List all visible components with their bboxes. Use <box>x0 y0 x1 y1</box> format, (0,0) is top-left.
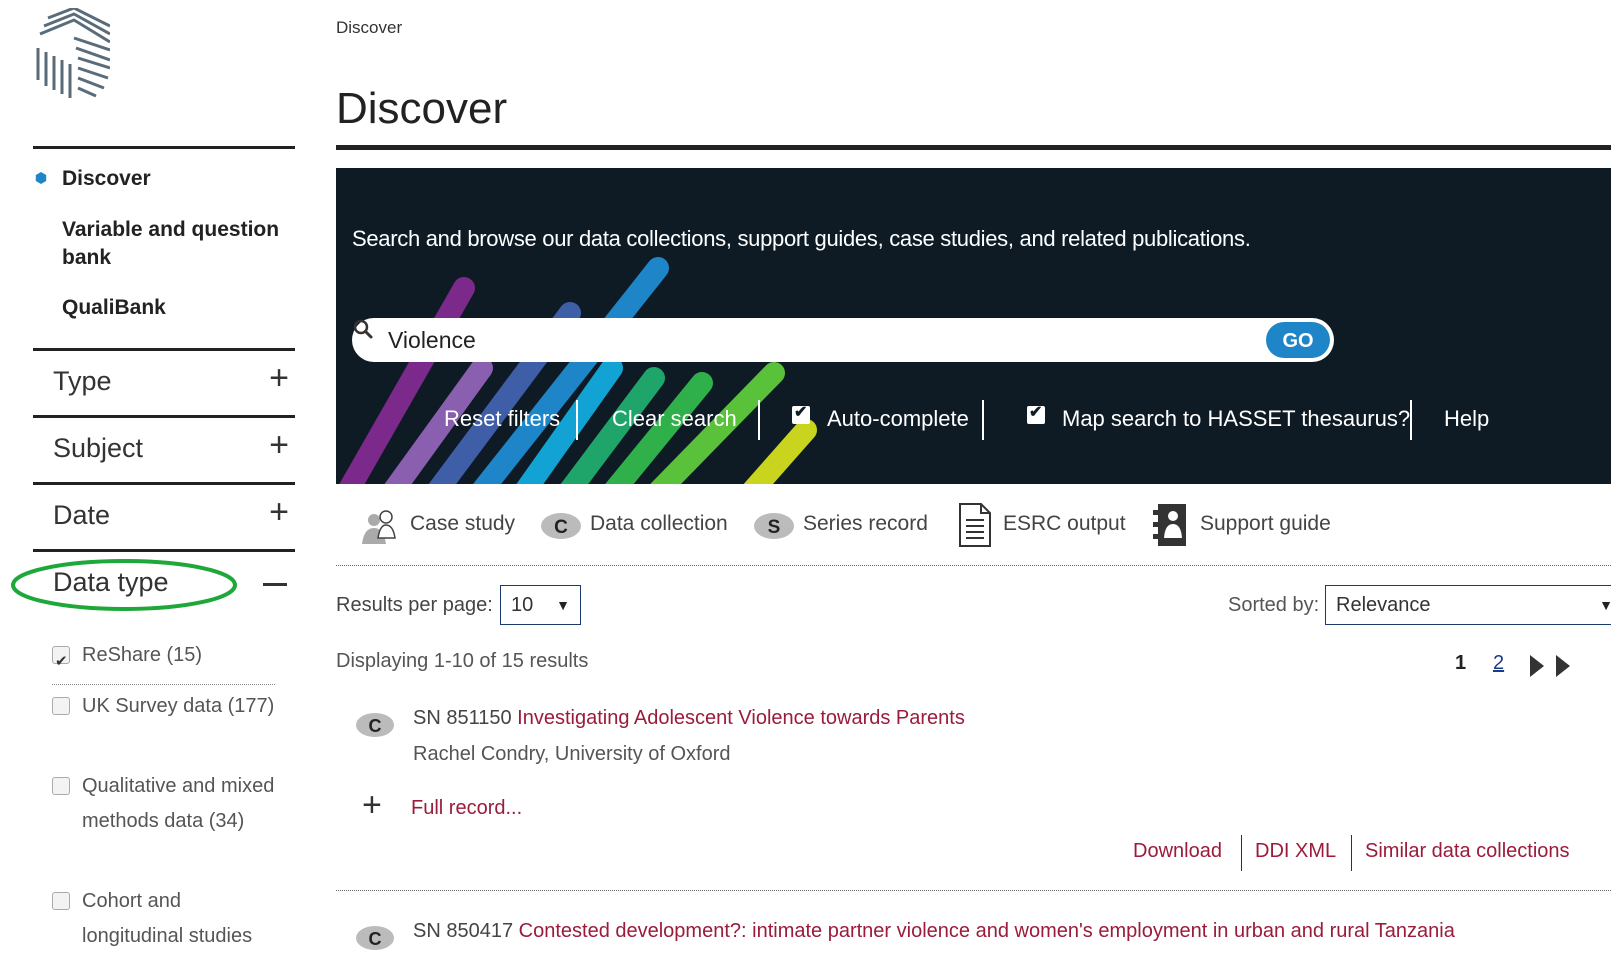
data-type-option-qualitative[interactable]: Qualitative and mixed methods data (34) <box>52 769 282 839</box>
banner-intro: Search and browse our data collections, … <box>352 226 1251 251</box>
separator <box>758 400 760 440</box>
title-divider <box>336 145 1611 150</box>
data-type-option-uk-survey[interactable]: UK Survey data (177) <box>52 689 282 724</box>
type-data-collection[interactable]: Data collection <box>590 500 728 548</box>
separator <box>982 400 984 440</box>
expand-plus-icon[interactable]: + <box>269 495 289 529</box>
ddi-xml-link[interactable]: DDI XML <box>1255 840 1336 863</box>
pagination-page-2[interactable]: 2 <box>1493 652 1504 675</box>
search-input[interactable] <box>388 324 1248 356</box>
collapse-minus-icon[interactable] <box>263 583 287 586</box>
series-record-icon: S <box>754 513 794 539</box>
reset-filters-link[interactable]: Reset filters <box>444 406 560 432</box>
autocomplete-label[interactable]: Auto-complete <box>827 406 969 432</box>
last-page-icon[interactable] <box>1556 655 1570 677</box>
result-sn: SN 850417 <box>413 920 514 942</box>
checkbox[interactable] <box>52 892 70 910</box>
separator <box>1241 835 1242 871</box>
clear-search-link[interactable]: Clear search <box>612 406 737 432</box>
results-per-page-label: Results per page: <box>336 594 493 616</box>
result-divider <box>336 890 1611 891</box>
hasset-label[interactable]: Map search to HASSET thesaurus? <box>1062 406 1410 432</box>
checkbox[interactable] <box>52 697 70 715</box>
support-guide-icon <box>1153 504 1186 546</box>
option-label: ReShare (15) <box>82 644 203 666</box>
svg-text:C: C <box>369 929 382 949</box>
option-label: Cohort and longitudinal studies <box>82 890 253 947</box>
autocomplete-checkbox[interactable] <box>792 402 810 424</box>
nav-item-discover[interactable]: Discover <box>62 165 302 193</box>
svg-text:C: C <box>369 716 382 736</box>
result-title-line: SN 850417 Contested development?: intima… <box>413 920 1455 943</box>
sidebar-divider <box>33 146 295 149</box>
breadcrumb[interactable]: Discover <box>336 18 402 38</box>
search-banner: Search and browse our data collections, … <box>336 168 1611 484</box>
results-count: Displaying 1-10 of 15 results <box>336 650 589 672</box>
results-per-page-select[interactable]: 10 ▼ <box>500 585 581 625</box>
similar-data-collections-link[interactable]: Similar data collections <box>1365 840 1570 863</box>
option-label: Qualitative and mixed methods data (34) <box>82 775 275 832</box>
result-sn: SN 851150 <box>413 707 512 729</box>
result-title-line: SN 851150 Investigating Adolescent Viole… <box>413 707 965 730</box>
hasset-checkbox[interactable] <box>1027 402 1045 424</box>
result-title-link[interactable]: Investigating Adolescent Violence toward… <box>517 707 965 729</box>
facet-label: Subject <box>53 433 144 463</box>
active-bullet-icon <box>35 172 47 184</box>
dropdown-arrow-icon: ▼ <box>556 597 570 613</box>
sort-select[interactable]: Relevance ▼ <box>1325 585 1611 625</box>
help-link[interactable]: Help <box>1444 406 1489 432</box>
svg-text:S: S <box>768 517 781 538</box>
download-link[interactable]: Download <box>1133 840 1222 863</box>
type-esrc-output[interactable]: ESRC output <box>1003 500 1126 548</box>
select-value: 10 <box>511 594 534 616</box>
type-case-study[interactable]: Case study <box>410 500 515 548</box>
section-divider <box>336 565 1611 566</box>
checkbox-checked[interactable] <box>52 644 70 679</box>
separator <box>576 400 578 440</box>
svg-text:C: C <box>554 517 568 538</box>
data-collection-icon: C <box>356 926 394 950</box>
highlight-oval <box>11 559 237 611</box>
facet-label: Date <box>53 500 111 530</box>
facet-label: Type <box>53 366 112 396</box>
full-record-link[interactable]: Full record... <box>411 797 522 820</box>
nav-item-qualibank[interactable]: QualiBank <box>62 294 302 322</box>
next-page-icon[interactable] <box>1530 655 1544 677</box>
expand-plus-icon[interactable]: + <box>269 428 289 462</box>
select-value: Relevance <box>1336 594 1431 616</box>
logo[interactable] <box>30 8 110 100</box>
nav-item-variable-question-bank[interactable]: Variable and question bank <box>62 216 302 272</box>
result-title-link[interactable]: Contested development?: intimate partner… <box>519 920 1455 942</box>
separator <box>1351 835 1352 871</box>
dropdown-arrow-icon: ▼ <box>1599 597 1611 613</box>
data-collection-icon: C <box>356 713 394 737</box>
data-collection-icon: C <box>541 513 581 539</box>
facet-type[interactable]: Type + <box>33 351 295 413</box>
go-button[interactable]: GO <box>1266 322 1330 358</box>
facet-subject[interactable]: Subject + <box>33 418 295 480</box>
sorted-by-label: Sorted by: <box>1228 594 1320 616</box>
option-divider <box>52 684 275 685</box>
search-box: GO <box>352 318 1334 362</box>
facet-date[interactable]: Date + <box>33 485 295 547</box>
data-type-option-cohort[interactable]: Cohort and longitudinal studies <box>52 884 282 954</box>
esrc-output-icon <box>959 503 991 547</box>
type-support-guide[interactable]: Support guide <box>1200 500 1331 548</box>
checkbox[interactable] <box>52 777 70 795</box>
search-icon <box>353 319 373 339</box>
option-label: UK Survey data (177) <box>82 695 275 717</box>
result-author: Rachel Condry, University of Oxford <box>413 743 731 765</box>
case-study-icon <box>362 510 396 544</box>
separator <box>1410 400 1412 440</box>
expand-plus-icon[interactable]: + <box>362 788 382 822</box>
page-title: Discover <box>336 84 508 133</box>
expand-plus-icon[interactable]: + <box>269 361 289 395</box>
type-series-record[interactable]: Series record <box>803 500 928 548</box>
pagination-current: 1 <box>1455 652 1467 674</box>
data-type-option-reshare[interactable]: ReShare (15) <box>52 638 282 679</box>
